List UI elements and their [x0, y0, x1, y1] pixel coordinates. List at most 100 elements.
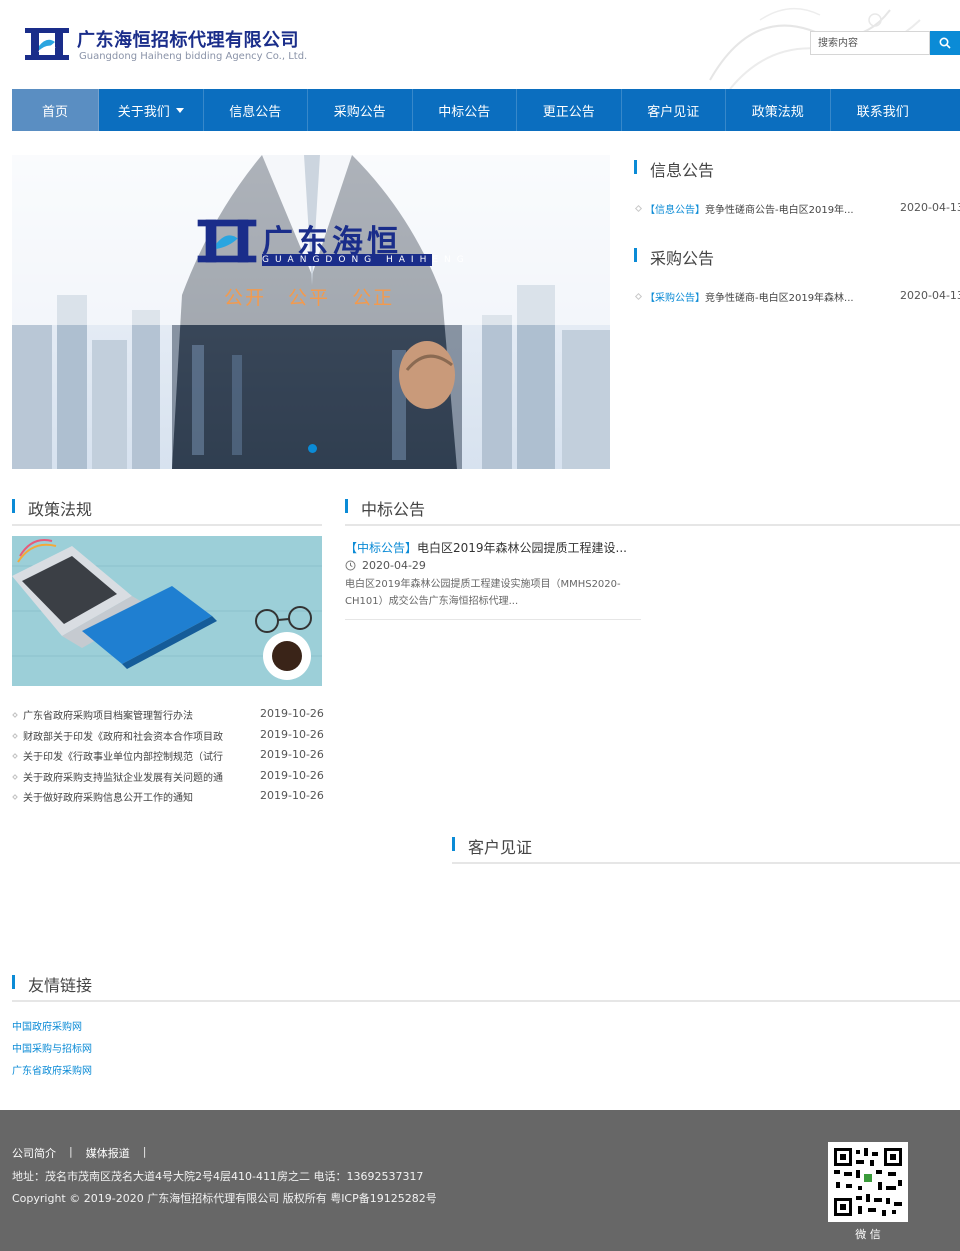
links-title: 友情链接 — [28, 976, 93, 995]
item-tag: 【中标公告】 — [345, 541, 418, 555]
nav-contact[interactable]: 联系我们 — [831, 89, 936, 131]
bullet-icon — [12, 753, 18, 759]
section-marker — [345, 499, 348, 513]
section-marker — [12, 499, 15, 513]
policy-item[interactable]: 财政部关于印发《政府和社会资本合作项目政 2019-10-26 — [12, 728, 324, 746]
item-title: 竞争性磋商-电白区2019年森林... — [705, 293, 854, 304]
separator: | — [69, 1145, 73, 1158]
item-date: 2020-04-13 — [900, 201, 960, 214]
policy-header: 政策法规 — [12, 496, 322, 526]
win-notice-header: 中标公告 — [345, 496, 960, 526]
nav-policy[interactable]: 政策法规 — [726, 89, 831, 131]
friend-link[interactable]: 中国采购与招标网 — [12, 1040, 92, 1055]
site-footer: 公司简介 | 媒体报道 | 地址：茂名市茂南区茂名大道4号大院2号4层410-4… — [0, 1110, 960, 1251]
item-date: 2019-10-26 — [260, 769, 324, 782]
section-marker — [634, 160, 637, 174]
bullet-icon — [12, 794, 18, 800]
win-notice-item-title[interactable]: 【中标公告】电白区2019年森林公园提质工程建设... — [345, 539, 627, 556]
info-notice-header: 信息公告 — [634, 157, 960, 187]
item-date: 2019-10-26 — [260, 707, 324, 720]
item-title: 关于政府采购支持监狱企业发展有关问题的通 — [23, 773, 223, 784]
testimonials-header: 客户见证 — [452, 834, 960, 864]
hero-banner[interactable]: 广东海恒 GUANGDONG HAIHENG 公开 公平 公正 — [12, 155, 610, 469]
nav-label: 中标公告 — [438, 104, 491, 120]
search-button[interactable] — [930, 31, 960, 55]
item-title: 电白区2019年森林公园提质工程建设... — [417, 541, 627, 555]
footer-link-about[interactable]: 公司简介 — [12, 1145, 56, 1161]
company-name-cn: 广东海恒招标代理有限公司 — [77, 30, 299, 51]
item-tag: 【采购公告】 — [645, 293, 705, 304]
site-header: 广东海恒招标代理有限公司 Guangdong Haiheng bidding A… — [0, 0, 960, 89]
purchase-notice-header: 采购公告 — [634, 245, 960, 275]
qr-label: 微 信 — [855, 1228, 881, 1241]
policy-item[interactable]: 广东省政府采购项目档案管理暂行办法 2019-10-26 — [12, 707, 324, 725]
nav-about[interactable]: 关于我们 — [99, 89, 204, 131]
company-logo[interactable] — [25, 26, 69, 62]
section-marker — [12, 975, 15, 989]
section-marker — [452, 837, 455, 851]
company-name-en: Guangdong Haiheng bidding Agency Co., Lt… — [79, 51, 308, 62]
clock-icon — [345, 560, 356, 571]
banner-logo-mark — [197, 219, 257, 263]
item-date: 2019-10-26 — [260, 728, 324, 741]
main-nav: 首页 关于我们 信息公告 采购公告 中标公告 更正公告 客户见证 政策法规 联系… — [12, 89, 960, 131]
item-title: 关于印发《行政事业单位内部控制规范（试行 — [23, 752, 223, 763]
nav-label: 联系我们 — [856, 104, 909, 120]
item-date: 2020-04-13 — [900, 289, 960, 302]
item-date: 2019-10-26 — [260, 748, 324, 761]
nav-label: 首页 — [41, 104, 68, 120]
footer-address: 地址：茂名市茂南区茂名大道4号大院2号4层410-411房之二 电话：13692… — [12, 1170, 424, 1183]
nav-label: 客户见证 — [647, 104, 700, 120]
footer-copyright: Copyright © 2019-2020 广东海恒招标代理有限公司 版权所有 … — [12, 1192, 437, 1205]
nav-label: 关于我们 — [117, 104, 170, 120]
item-title: 竞争性磋商公告-电白区2019年... — [705, 205, 854, 216]
win-notice-title[interactable]: 中标公告 — [361, 496, 425, 520]
wechat-qr-code — [828, 1142, 908, 1222]
nav-win-notice[interactable]: 中标公告 — [413, 89, 517, 131]
purchase-notice-item[interactable]: 【采购公告】竞争性磋商-电白区2019年森林... 2020-04-13 — [634, 289, 960, 305]
item-date: 2020-04-29 — [362, 559, 426, 572]
bullet-icon — [634, 204, 643, 213]
nav-testimonials[interactable]: 客户见证 — [622, 89, 726, 131]
purchase-notice-title[interactable]: 采购公告 — [650, 245, 714, 269]
bullet-icon — [12, 712, 18, 718]
nav-label: 政策法规 — [751, 104, 804, 120]
item-tag: 【信息公告】 — [645, 205, 705, 216]
links-header: 友情链接 — [12, 972, 960, 1002]
policy-image[interactable] — [12, 536, 322, 686]
bullet-icon — [12, 733, 18, 739]
section-marker — [634, 248, 637, 262]
nav-label: 采购公告 — [333, 104, 386, 120]
nav-home[interactable]: 首页 — [12, 89, 99, 131]
banner-brand-en: GUANGDONG HAIHENG — [262, 254, 470, 266]
testimonials-title[interactable]: 客户见证 — [468, 834, 532, 858]
win-notice-date: 2020-04-29 — [345, 559, 426, 572]
policy-title[interactable]: 政策法规 — [28, 496, 92, 520]
nav-purchase-notice[interactable]: 采购公告 — [308, 89, 413, 131]
info-notice-title[interactable]: 信息公告 — [650, 157, 714, 181]
policy-item[interactable]: 关于印发《行政事业单位内部控制规范（试行 2019-10-26 — [12, 748, 324, 766]
nav-label: 更正公告 — [542, 104, 595, 120]
footer-link-media[interactable]: 媒体报道 — [86, 1145, 130, 1161]
friend-link[interactable]: 广东省政府采购网 — [12, 1062, 92, 1077]
win-notice-desc: 电白区2019年森林公园提质工程建设实施项目（MMHS2020-CH101）成交… — [345, 579, 621, 607]
info-notice-item[interactable]: 【信息公告】竞争性磋商公告-电白区2019年... 2020-04-13 — [634, 201, 960, 217]
friend-link[interactable]: 中国政府采购网 — [12, 1018, 82, 1033]
footer-nav: 公司简介 | 媒体报道 | — [12, 1145, 159, 1161]
nav-correction-notice[interactable]: 更正公告 — [517, 89, 622, 131]
banner-slogan: 公开 公平 公正 — [224, 287, 395, 309]
divider — [345, 619, 641, 620]
policy-item[interactable]: 关于政府采购支持监狱企业发展有关问题的通 2019-10-26 — [12, 769, 324, 787]
desk-laptop-illustration — [12, 536, 322, 686]
nav-info-notice[interactable]: 信息公告 — [204, 89, 308, 131]
carousel-indicator[interactable] — [308, 444, 317, 453]
search-input[interactable] — [810, 31, 930, 55]
item-title: 广东省政府采购项目档案管理暂行办法 — [23, 711, 193, 722]
banner-background — [12, 155, 610, 469]
caret-down-icon — [175, 107, 184, 113]
policy-item[interactable]: 关于做好政府采购信息公开工作的通知 2019-10-26 — [12, 789, 324, 807]
item-title: 关于做好政府采购信息公开工作的通知 — [23, 793, 193, 804]
item-title: 财政部关于印发《政府和社会资本合作项目政 — [23, 732, 223, 743]
bullet-icon — [12, 774, 18, 780]
search-icon — [939, 37, 951, 49]
